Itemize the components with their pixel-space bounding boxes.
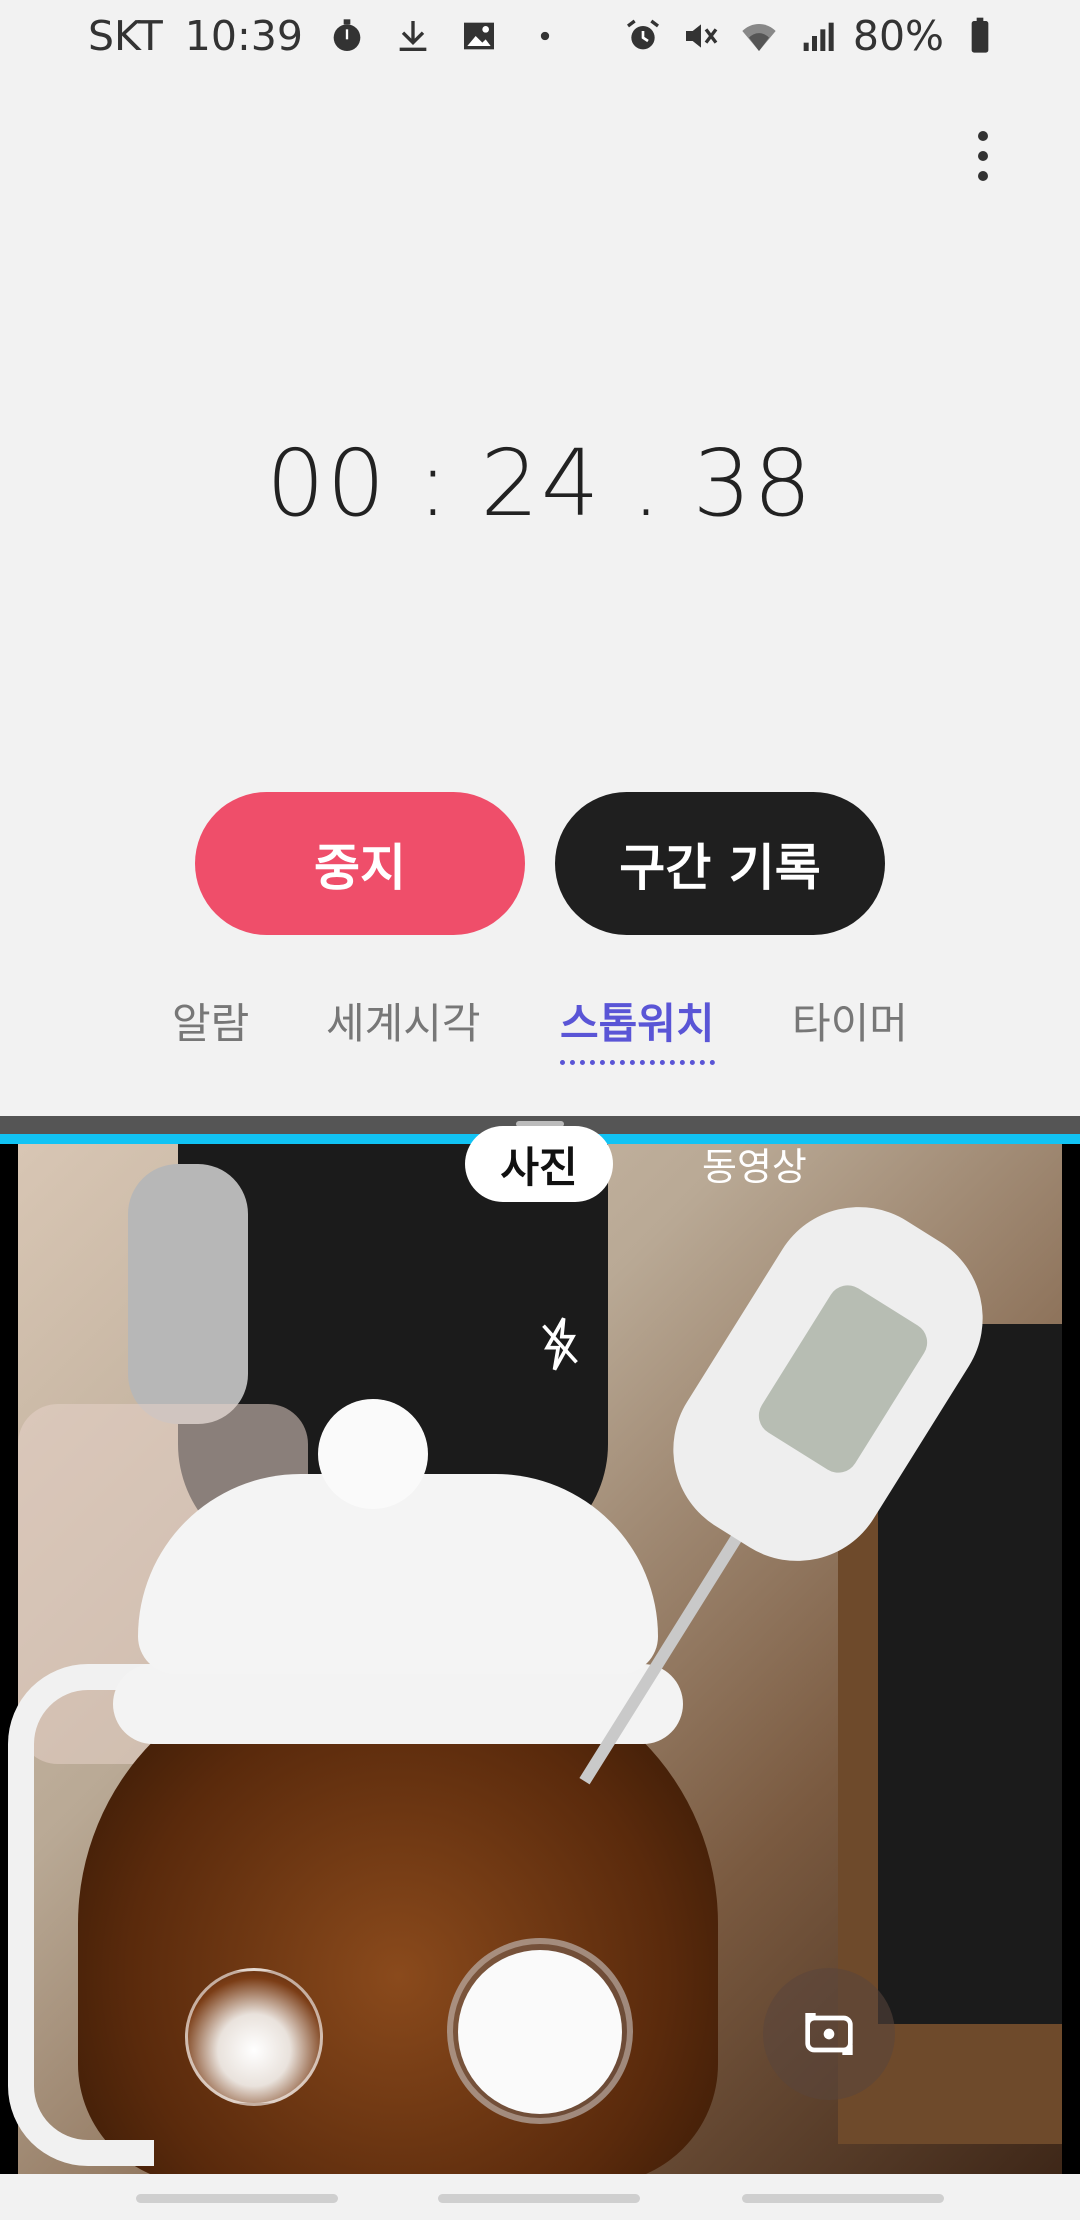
- download-icon: [391, 14, 435, 58]
- stopwatch-hundredths: 38: [692, 430, 814, 537]
- tab-alarm[interactable]: 알람: [172, 990, 249, 1051]
- stopwatch-colon: :: [417, 430, 451, 537]
- photo-mode-button[interactable]: 사진: [465, 1126, 613, 1202]
- flash-off-icon[interactable]: [538, 1314, 582, 1374]
- battery-percent: 80%: [852, 12, 944, 60]
- carrier-label: SKT: [88, 12, 163, 60]
- more-dot: [978, 131, 988, 141]
- battery-icon: [958, 14, 1002, 58]
- navigation-bar: [0, 2174, 1080, 2220]
- stopwatch-icon: [325, 14, 369, 58]
- clock-tabs: 알람 세계시각 스톱워치 타이머: [0, 990, 1080, 1070]
- stop-button[interactable]: 중지: [195, 792, 525, 935]
- image-icon: [457, 14, 501, 58]
- teapot-ring-shape: [113, 1664, 683, 1744]
- teapot-lid-shape: [138, 1474, 658, 1674]
- signal-icon: [795, 14, 839, 58]
- switch-camera-button[interactable]: [763, 1968, 895, 2100]
- more-dot: [978, 151, 988, 161]
- shutter-button[interactable]: [458, 1950, 622, 2114]
- status-time: 10:39: [184, 12, 303, 60]
- stopwatch-minutes: 00: [266, 430, 388, 537]
- teapot-handle-shape: [8, 1664, 154, 2166]
- gallery-thumbnail[interactable]: [185, 1968, 323, 2106]
- stopwatch-time: 00:24. 38: [0, 430, 1080, 537]
- lap-button[interactable]: 구간 기록: [555, 792, 885, 935]
- video-mode-button[interactable]: 동영상: [702, 1136, 807, 1191]
- tab-stopwatch[interactable]: 스톱워치: [560, 990, 715, 1065]
- more-dot: [978, 171, 988, 181]
- alarm-icon: [621, 14, 665, 58]
- wifi-icon: [737, 14, 781, 58]
- stopwatch-seconds: 24: [480, 430, 602, 537]
- status-bar: SKT 10:39 80%: [0, 0, 1080, 72]
- stopwatch-dot: .: [631, 430, 663, 537]
- tab-timer[interactable]: 타이머: [792, 990, 908, 1051]
- status-right: 80%: [621, 12, 1002, 60]
- status-left: SKT 10:39: [88, 12, 567, 60]
- kettle-handle-shape: [128, 1164, 248, 1424]
- lid-knob-shape: [318, 1399, 428, 1509]
- switch-camera-icon: [805, 2013, 853, 2055]
- tab-world-clock[interactable]: 세계시각: [326, 990, 481, 1051]
- nav-pill-left[interactable]: [136, 2194, 338, 2203]
- mute-icon: [679, 14, 723, 58]
- nav-pill-right[interactable]: [742, 2194, 944, 2203]
- nav-pill-center[interactable]: [438, 2194, 640, 2203]
- more-options-button[interactable]: [958, 120, 1008, 192]
- dot-icon: [523, 14, 567, 58]
